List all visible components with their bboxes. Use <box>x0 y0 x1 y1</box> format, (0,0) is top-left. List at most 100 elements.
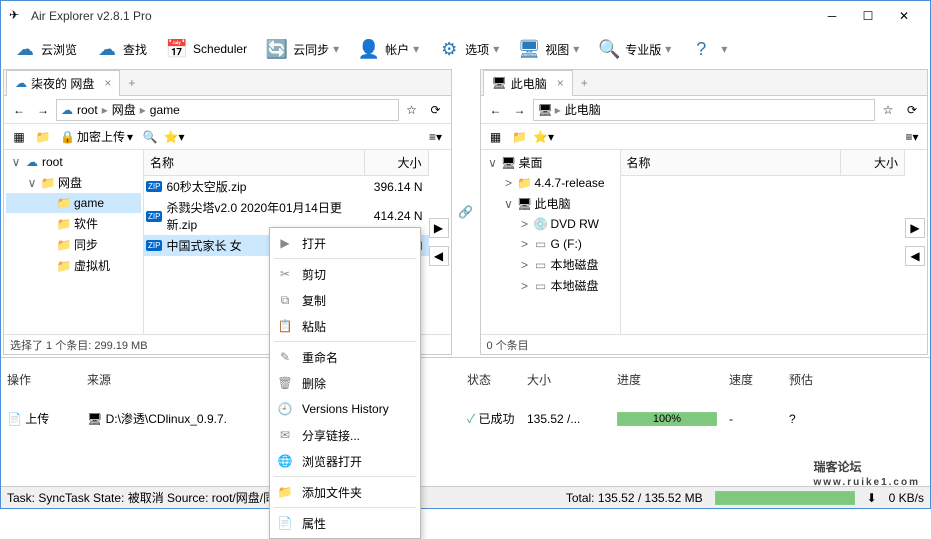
view-list-button[interactable]: ≡▾ <box>425 126 447 148</box>
favorite-button[interactable]: ☆ <box>401 99 423 121</box>
right-breadcrumb[interactable]: 🖥 ▸ 此电脑 <box>533 99 876 121</box>
star-button[interactable]: ⭐▾ <box>163 126 185 148</box>
ctx-history[interactable]: 🕘Versions History <box>270 396 420 422</box>
col-name[interactable]: 名称 <box>621 150 842 175</box>
encrypt-upload-button[interactable]: 🔒加密上传▾ <box>56 126 137 148</box>
search-button[interactable]: 🔍 <box>139 126 161 148</box>
context-menu[interactable]: ▶打开 ✂剪切⧉复制📋粘贴 ✎重命名🗑删除🕘Versions History✉分享链… <box>269 227 421 539</box>
expand-icon[interactable]: > <box>519 258 531 272</box>
right-tree[interactable]: ∨🖥桌面>📁4.4.7-release∨🖥此电脑>💿DVD RW>▭G (F:)… <box>481 150 621 334</box>
toolbar-gear-button[interactable]: ⚙选项▾ <box>429 33 507 65</box>
back-button[interactable]: ← <box>485 99 507 121</box>
add-tab-button[interactable]: + <box>120 72 143 94</box>
new-folder-button[interactable]: 📁 <box>509 126 531 148</box>
col-status[interactable]: 状态 <box>461 358 521 401</box>
tree-toggle-button[interactable]: ▦ <box>485 126 507 148</box>
tree-item[interactable]: >▭G (F:) <box>483 234 618 254</box>
breadcrumb-item[interactable]: 网盘 <box>110 101 138 118</box>
breadcrumb-item[interactable]: game <box>148 103 182 117</box>
tree-item[interactable]: >📁4.4.7-release <box>483 173 618 193</box>
tree-item[interactable]: ∨📁网盘 <box>6 172 141 193</box>
ctx-open[interactable]: ▶打开 <box>270 230 420 256</box>
star-button[interactable]: ⭐▾ <box>533 126 555 148</box>
new-folder-button[interactable]: 📁 <box>32 126 54 148</box>
col-size[interactable]: 大小 <box>521 358 611 401</box>
expand-icon[interactable]: ∨ <box>503 197 515 211</box>
toolbar-cloud-browse-button[interactable]: ☁云浏览 <box>5 33 85 65</box>
ctx-paste[interactable]: 📋粘贴 <box>270 313 420 339</box>
ctx-delete[interactable]: 🗑删除 <box>270 370 420 396</box>
toolbar-calendar-button[interactable]: 📅Scheduler <box>157 33 255 65</box>
tree-item[interactable]: 📁虚拟机 <box>6 255 141 276</box>
ctx-rename[interactable]: ✎重命名 <box>270 344 420 370</box>
sync-button[interactable]: 🔗 <box>454 67 478 357</box>
file-row[interactable]: ZIP60秒太空版.zip396.14 N <box>144 176 429 197</box>
expand-icon[interactable]: ∨ <box>487 156 499 170</box>
toolbar-cloud-search-button[interactable]: ☁查找 <box>87 33 155 65</box>
expand-icon[interactable]: > <box>503 176 515 190</box>
ctx-copy[interactable]: ⧉复制 <box>270 287 420 313</box>
expand-icon[interactable]: ∨ <box>26 176 38 190</box>
ctx-cut[interactable]: ✂剪切 <box>270 261 420 287</box>
minimize-button[interactable]: ─ <box>814 1 850 31</box>
maximize-button[interactable]: ☐ <box>850 1 886 31</box>
left-tree[interactable]: ∨☁root∨📁网盘📁game📁软件📁同步📁虚拟机 <box>4 150 144 334</box>
left-tab[interactable]: ☁ 柒夜的 网盘 × <box>6 70 120 96</box>
col-op[interactable]: 操作 <box>1 358 81 401</box>
expand-icon[interactable]: ∨ <box>10 155 22 169</box>
task-row[interactable]: 📄 上传 🖥 D:\渗透\CDlinux_0.9.7. ✓ 已成功 135.52… <box>1 401 930 437</box>
expand-icon[interactable]: > <box>519 279 531 293</box>
copy-right-button[interactable]: ▶ <box>905 218 925 238</box>
copy-left-button[interactable]: ◀ <box>429 246 449 266</box>
copy-right-button[interactable]: ▶ <box>429 218 449 238</box>
col-src[interactable]: 来源 <box>81 358 241 401</box>
back-button[interactable]: ← <box>8 99 30 121</box>
ctx-addfolder[interactable]: 📁添加文件夹 <box>270 479 420 505</box>
col-name[interactable]: 名称 <box>144 150 365 175</box>
toolbar-monitor-button[interactable]: 🖥视图▾ <box>509 33 587 65</box>
tree-item[interactable]: 📁软件 <box>6 213 141 234</box>
right-rows[interactable] <box>621 176 906 334</box>
tree-item[interactable]: >▭本地磁盘 <box>483 275 618 296</box>
tree-item[interactable]: ∨☁root <box>6 152 141 172</box>
tree-item[interactable]: 📁同步 <box>6 234 141 255</box>
col-size[interactable]: 大小 <box>365 150 429 175</box>
tree-item[interactable]: ∨🖥此电脑 <box>483 193 618 214</box>
right-tab[interactable]: 🖥 此电脑 × <box>483 70 573 96</box>
right-list-header[interactable]: 名称 大小 <box>621 150 906 176</box>
toolbar-badge-button[interactable]: 🔍专业版▾ <box>589 33 679 65</box>
toolbar-user-button[interactable]: 👤帐户▾ <box>349 33 427 65</box>
toolbar-cloud-sync-button[interactable]: 🔄云同步▾ <box>257 33 347 65</box>
tree-toggle-button[interactable]: ▦ <box>8 126 30 148</box>
toolbar-help-button[interactable]: ?▾ <box>681 33 735 65</box>
left-breadcrumb[interactable]: ☁ root▸ 网盘▸ game <box>56 99 399 121</box>
add-tab-button[interactable]: + <box>573 72 596 94</box>
breadcrumb-item[interactable]: root <box>75 103 100 117</box>
tree-item[interactable]: >▭本地磁盘 <box>483 254 618 275</box>
col-eta[interactable]: 预估 <box>783 358 930 401</box>
close-tab-icon[interactable]: × <box>557 76 564 90</box>
task-table[interactable]: 操作 来源 状态 大小 进度 速度 预估 📄 上传 🖥 D:\渗透\CDlinu… <box>1 358 930 437</box>
ctx-browser[interactable]: 🌐浏览器打开 <box>270 448 420 474</box>
tree-item[interactable]: 📁game <box>6 193 141 213</box>
forward-button[interactable]: → <box>32 99 54 121</box>
forward-button[interactable]: → <box>509 99 531 121</box>
col-size[interactable]: 大小 <box>841 150 905 175</box>
col-progress[interactable]: 进度 <box>611 358 723 401</box>
favorite-button[interactable]: ☆ <box>877 99 899 121</box>
left-list-header[interactable]: 名称 大小 <box>144 150 429 176</box>
ctx-share[interactable]: ✉分享链接... <box>270 422 420 448</box>
expand-icon[interactable]: > <box>519 217 531 231</box>
close-button[interactable]: ✕ <box>886 1 922 31</box>
expand-icon[interactable]: > <box>519 237 531 251</box>
refresh-button[interactable]: ⟳ <box>425 99 447 121</box>
close-tab-icon[interactable]: × <box>104 76 111 90</box>
breadcrumb-item[interactable]: 此电脑 <box>563 101 603 118</box>
tree-item[interactable]: ∨🖥桌面 <box>483 152 618 173</box>
tree-item[interactable]: >💿DVD RW <box>483 214 618 234</box>
view-list-button[interactable]: ≡▾ <box>901 126 923 148</box>
copy-left-button[interactable]: ◀ <box>905 246 925 266</box>
col-speed[interactable]: 速度 <box>723 358 783 401</box>
ctx-props[interactable]: 📄属性 <box>270 510 420 536</box>
refresh-button[interactable]: ⟳ <box>901 99 923 121</box>
